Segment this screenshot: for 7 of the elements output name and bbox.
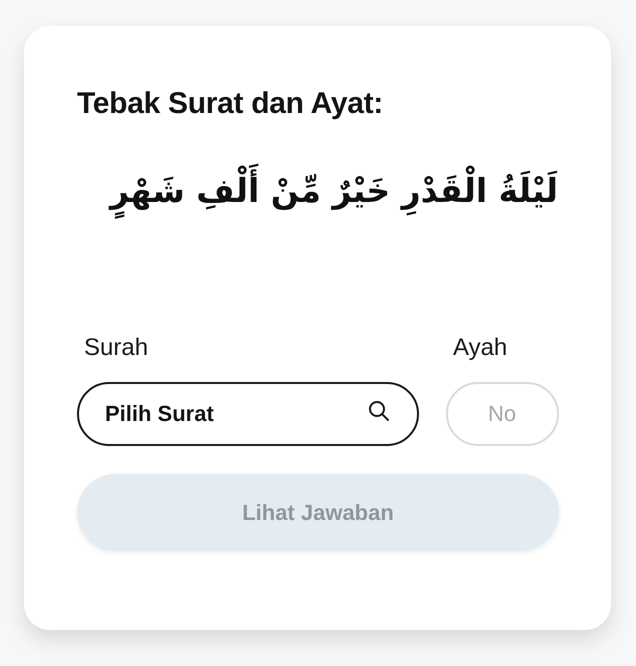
verse-text: لَيْلَةُ الْقَدْرِ خَيْرٌ مِّنْ أَلْفِ شَهْرٍ (110, 151, 558, 231)
quiz-title: Tebak Surat dan Ayat: (77, 86, 384, 122)
search-icon (367, 399, 391, 423)
ayah-input-field[interactable]: No (446, 382, 559, 446)
ayah-label: Ayah (453, 333, 508, 363)
surah-label: Surah (84, 333, 150, 363)
surah-search-field[interactable]: Pilih Surat (77, 382, 419, 446)
